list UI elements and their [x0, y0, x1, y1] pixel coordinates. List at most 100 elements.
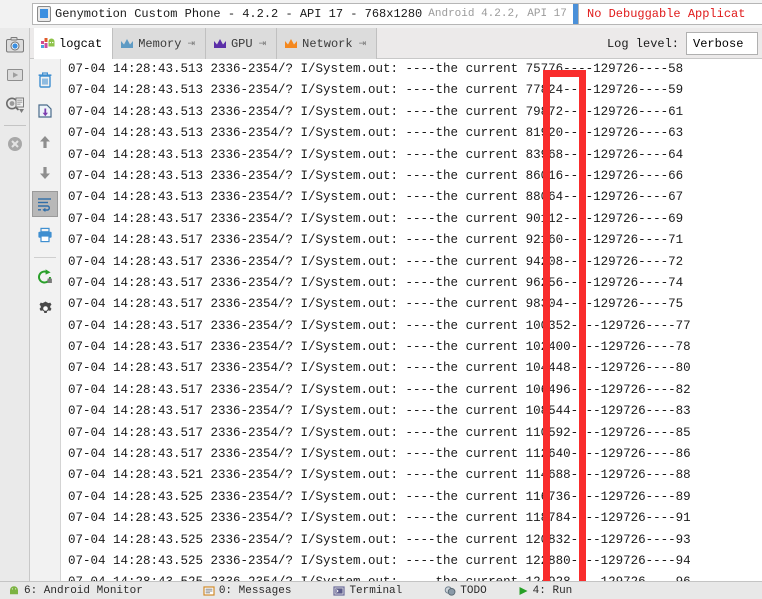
device-selector-bar: Genymotion Custom Phone - 4.2.2 - API 17… — [0, 0, 762, 28]
log-level-select[interactable]: Verbose — [686, 32, 758, 55]
export-to-file-icon[interactable] — [32, 98, 58, 124]
android-studio-logcat-window: Genymotion Custom Phone - 4.2.2 - API 17… — [0, 0, 762, 599]
close-icon[interactable]: ⇥ — [187, 39, 195, 49]
android-icon — [8, 585, 20, 597]
device-actions-rail — [0, 28, 30, 581]
log-line-text: 07-04 14:28:43.513 2336-2354/? I/System.… — [68, 126, 684, 141]
close-icon[interactable]: ⇥ — [359, 39, 367, 49]
tab-memory[interactable]: Memory ⇥ — [113, 28, 206, 59]
log-line[interactable]: 07-04 14:28:43.521 2336-2354/? I/System.… — [61, 465, 762, 486]
log-line-text: 07-04 14:28:43.513 2336-2354/? I/System.… — [68, 168, 684, 183]
monitor-tab-strip: logcat Memory ⇥ GPU ⇥ Network ⇥ Log leve… — [30, 28, 762, 59]
log-line[interactable]: 07-04 14:28:43.517 2336-2354/? I/System.… — [61, 294, 762, 315]
log-line[interactable]: 07-04 14:28:43.525 2336-2354/? I/System.… — [61, 572, 762, 581]
log-line[interactable]: 07-04 14:28:43.517 2336-2354/? I/System.… — [61, 316, 762, 337]
phone-icon — [37, 6, 51, 22]
clear-logcat-icon[interactable] — [32, 67, 58, 93]
log-line[interactable]: 07-04 14:28:43.517 2336-2354/? I/System.… — [61, 230, 762, 251]
screenshot-icon[interactable] — [2, 32, 28, 58]
tab-network[interactable]: Network ⇥ — [277, 28, 378, 59]
log-line-text: 07-04 14:28:43.517 2336-2354/? I/System.… — [68, 275, 684, 290]
logcat-icon — [41, 37, 55, 50]
close-icon[interactable]: ⇥ — [259, 39, 267, 49]
messages-icon — [203, 585, 215, 597]
tab-gpu[interactable]: GPU ⇥ — [205, 28, 278, 59]
log-line-text: 07-04 14:28:43.517 2336-2354/? I/System.… — [68, 254, 684, 269]
log-line-list: 07-04 14:28:43.513 2336-2354/? I/System.… — [61, 59, 762, 581]
log-line-text: 07-04 14:28:43.517 2336-2354/? I/System.… — [68, 233, 684, 248]
tab-memory-label: Memory — [138, 36, 182, 51]
status-item-terminal[interactable]: Terminal — [333, 585, 402, 597]
status-item-run[interactable]: 4: Run — [517, 584, 573, 597]
status-item-label: Terminal — [349, 584, 403, 597]
tab-logcat[interactable]: logcat — [34, 28, 114, 59]
log-line[interactable]: 07-04 14:28:43.513 2336-2354/? I/System.… — [61, 166, 762, 187]
debug-status-label: No Debuggable Applicat — [587, 7, 746, 21]
device-selector-combobox[interactable]: Genymotion Custom Phone - 4.2.2 - API 17… — [32, 3, 596, 25]
layout-inspector-icon[interactable] — [2, 92, 28, 118]
scroll-down-icon[interactable] — [32, 160, 58, 186]
log-line[interactable]: 07-04 14:28:43.517 2336-2354/? I/System.… — [61, 358, 762, 379]
terminate-application-icon[interactable] — [2, 131, 28, 157]
todo-icon — [444, 585, 456, 597]
status-item-label: 4: Run — [532, 584, 573, 597]
tab-network-label: Network — [302, 36, 353, 51]
log-line[interactable]: 07-04 14:28:43.525 2336-2354/? I/System.… — [61, 530, 762, 551]
debuggable-process-combobox[interactable]: No Debuggable Applicat — [578, 3, 762, 25]
log-line[interactable]: 07-04 14:28:43.517 2336-2354/? I/System.… — [61, 423, 762, 444]
log-line[interactable]: 07-04 14:28:43.513 2336-2354/? I/System.… — [61, 59, 762, 80]
log-line[interactable]: 07-04 14:28:43.525 2336-2354/? I/System.… — [61, 551, 762, 572]
settings-gear-icon[interactable] — [32, 295, 58, 321]
log-line-text: 07-04 14:28:43.517 2336-2354/? I/System.… — [68, 447, 691, 462]
log-line[interactable]: 07-04 14:28:43.517 2336-2354/? I/System.… — [61, 401, 762, 422]
log-line-text: 07-04 14:28:43.517 2336-2354/? I/System.… — [68, 361, 691, 376]
log-level-value: Verbose — [693, 36, 744, 51]
status-item-label: 0: Messages — [218, 584, 292, 597]
log-line[interactable]: 07-04 14:28:43.513 2336-2354/? I/System.… — [61, 80, 762, 101]
status-item-todo[interactable]: TODO — [444, 584, 487, 597]
scroll-up-icon[interactable] — [32, 129, 58, 155]
network-icon — [284, 37, 298, 50]
bottom-tool-window-bar: 6: Android Monitor 0: Messages Terminal … — [0, 581, 762, 599]
log-line-text: 07-04 14:28:43.525 2336-2354/? I/System.… — [68, 489, 691, 504]
log-line-text: 07-04 14:28:43.517 2336-2354/? I/System.… — [68, 211, 684, 226]
log-line-text: 07-04 14:28:43.517 2336-2354/? I/System.… — [68, 318, 691, 333]
log-line[interactable]: 07-04 14:28:43.517 2336-2354/? I/System.… — [61, 337, 762, 358]
log-line-text: 07-04 14:28:43.517 2336-2354/? I/System.… — [68, 404, 691, 419]
soft-wraps-icon[interactable] — [32, 191, 58, 217]
log-line[interactable]: 07-04 14:28:43.517 2336-2354/? I/System.… — [61, 273, 762, 294]
gpu-icon — [213, 37, 227, 50]
status-item-android-monitor[interactable]: 6: Android Monitor — [8, 585, 143, 597]
log-line[interactable]: 07-04 14:28:43.517 2336-2354/? I/System.… — [61, 380, 762, 401]
rail-divider — [3, 125, 26, 126]
tab-logcat-label: logcat — [59, 36, 103, 51]
log-line[interactable]: 07-04 14:28:43.513 2336-2354/? I/System.… — [61, 145, 762, 166]
status-item-messages[interactable]: 0: Messages — [203, 584, 292, 597]
video-record-icon[interactable] — [2, 62, 28, 88]
log-line[interactable]: 07-04 14:28:43.513 2336-2354/? I/System.… — [61, 102, 762, 123]
log-line[interactable]: 07-04 14:28:43.525 2336-2354/? I/System.… — [61, 487, 762, 508]
log-line-text: 07-04 14:28:43.525 2336-2354/? I/System.… — [68, 532, 691, 547]
terminal-icon — [333, 585, 346, 597]
status-item-label: TODO — [460, 584, 487, 597]
toolbar-divider — [34, 257, 56, 258]
log-line[interactable]: 07-04 14:28:43.517 2336-2354/? I/System.… — [61, 252, 762, 273]
log-level-control: Log level: Verbose — [607, 32, 758, 55]
monitor-tabs: logcat Memory ⇥ GPU ⇥ Network ⇥ — [34, 28, 378, 59]
log-line-text: 07-04 14:28:43.525 2336-2354/? I/System.… — [68, 553, 691, 568]
log-line-text: 07-04 14:28:43.517 2336-2354/? I/System.… — [68, 297, 684, 312]
restart-icon[interactable] — [32, 264, 58, 290]
log-line-text: 07-04 14:28:43.521 2336-2354/? I/System.… — [68, 468, 691, 483]
log-line[interactable]: 07-04 14:28:43.513 2336-2354/? I/System.… — [61, 123, 762, 144]
log-line-text: 07-04 14:28:43.517 2336-2354/? I/System.… — [68, 382, 691, 397]
log-line[interactable]: 07-04 14:28:43.513 2336-2354/? I/System.… — [61, 187, 762, 208]
log-level-label: Log level: — [606, 36, 679, 51]
log-line-text: 07-04 14:28:43.513 2336-2354/? I/System.… — [68, 147, 684, 162]
log-line[interactable]: 07-04 14:28:43.517 2336-2354/? I/System.… — [61, 444, 762, 465]
log-line[interactable]: 07-04 14:28:43.517 2336-2354/? I/System.… — [61, 209, 762, 230]
logcat-toolbar — [30, 59, 61, 581]
print-icon[interactable] — [32, 222, 58, 248]
logcat-output[interactable]: 07-04 14:28:43.513 2336-2354/? I/System.… — [61, 59, 762, 581]
log-line[interactable]: 07-04 14:28:43.525 2336-2354/? I/System.… — [61, 508, 762, 529]
log-line-text: 07-04 14:28:43.513 2336-2354/? I/System.… — [68, 62, 684, 76]
